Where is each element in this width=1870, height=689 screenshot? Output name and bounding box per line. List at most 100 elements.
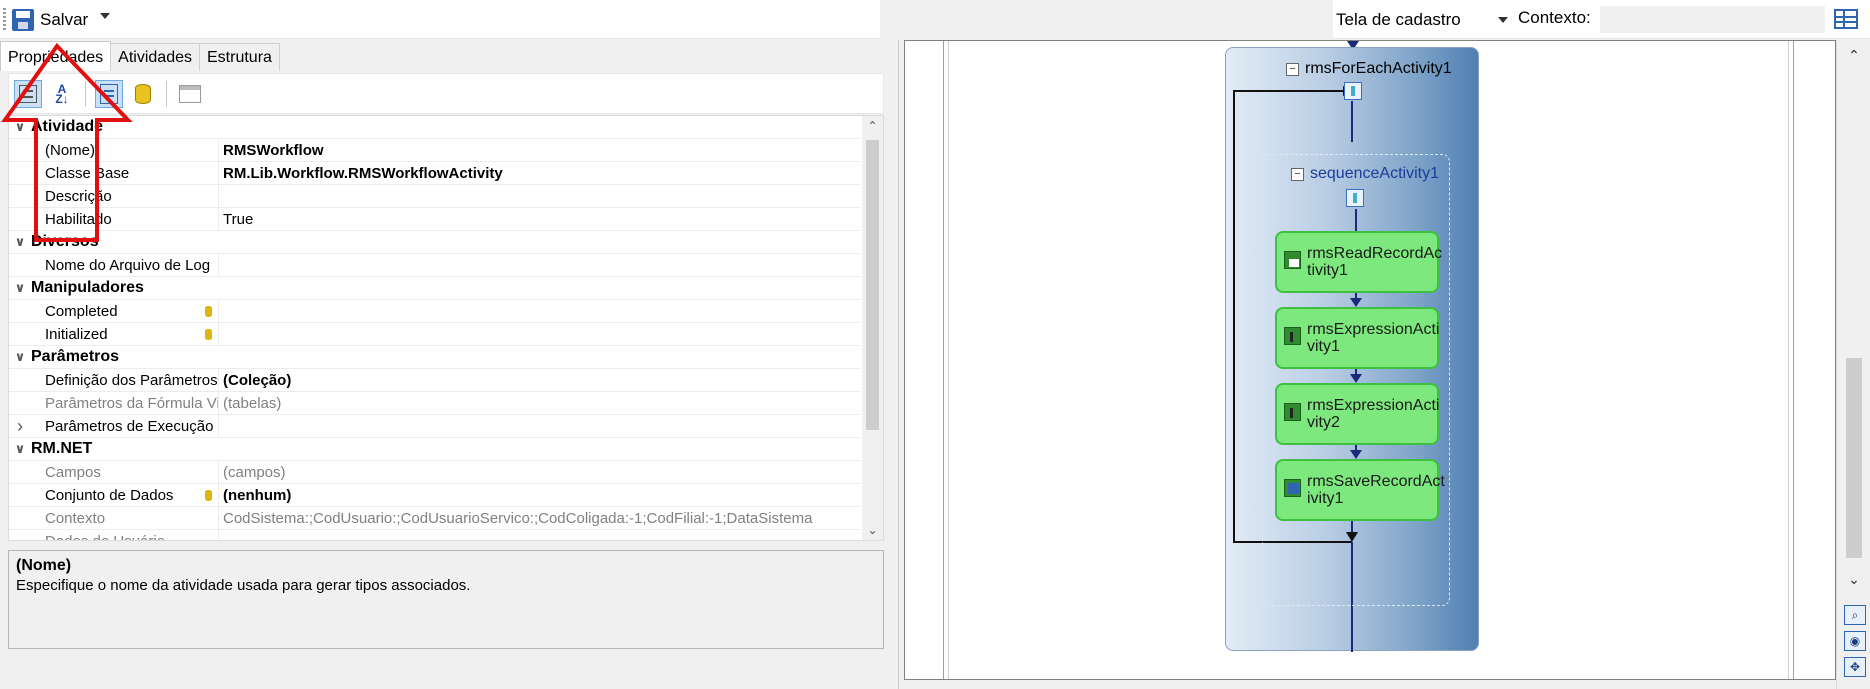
screen-select-value: Tela de cadastro (1336, 9, 1461, 29)
description-title: (Nome) (16, 557, 72, 574)
property-value[interactable]: (Coleção) (219, 372, 860, 389)
scroll-down-icon[interactable]: ⌄ (862, 520, 883, 540)
category-atividade[interactable]: Atividade (9, 116, 860, 139)
category-manipuladores[interactable]: Manipuladores (9, 277, 860, 300)
collapse-chevron-icon[interactable] (9, 116, 31, 139)
property-name: Definição dos Parâmetros d (31, 368, 219, 392)
tab-propriedades[interactable]: Propriedades (0, 41, 112, 71)
property-grid: Atividade (Nome) RMSWorkflow Classe Base… (8, 115, 884, 541)
collapse-chevron-icon[interactable] (9, 438, 31, 461)
save-dropdown-arrow-icon[interactable] (100, 13, 110, 19)
property-row-descricao[interactable]: Descrição (9, 184, 860, 208)
category-parametros[interactable]: Parâmetros (9, 346, 860, 369)
property-row-campos[interactable]: Campos (campos) (9, 460, 860, 484)
categorized-button[interactable] (14, 79, 42, 108)
property-grid-rows: Atividade (Nome) RMSWorkflow Classe Base… (9, 116, 860, 540)
property-name: Conjunto de Dados (31, 483, 219, 507)
collapse-chevron-icon[interactable] (9, 346, 31, 369)
property-pages-button[interactable] (176, 80, 204, 108)
property-name: Initialized (31, 322, 219, 346)
property-row-initialized[interactable]: Initialized (9, 322, 860, 346)
sort-az-icon: A Z↓ (55, 81, 69, 106)
property-row-nome[interactable]: (Nome) RMSWorkflow (9, 138, 860, 162)
pan-icon[interactable]: ✥ (1844, 657, 1866, 677)
property-row-habilitado[interactable]: Habilitado True (9, 207, 860, 231)
property-row-parametros-execucao[interactable]: Parâmetros de Execução (9, 414, 860, 438)
context-field[interactable] (1600, 6, 1825, 33)
connector-icon[interactable] (1344, 82, 1362, 100)
scrollbar-thumb[interactable] (1846, 358, 1862, 558)
main-toolbar: Salvar Tela de cadastro Contexto: (0, 0, 1870, 39)
zoom-icon[interactable]: ⌕ (1844, 605, 1866, 625)
description-text: Especifique o nome da atividade usada pa… (16, 577, 471, 594)
property-grid-scrollbar[interactable]: ⌃ ⌄ (862, 116, 883, 540)
toolbar-grip[interactable] (3, 8, 6, 30)
sequence-connector-icon[interactable] (1346, 189, 1364, 207)
property-name: Parâmetros de Execução (31, 414, 219, 438)
collapse-icon[interactable]: − (1291, 167, 1304, 181)
property-value[interactable]: (tabelas) (219, 395, 860, 412)
property-row-classe-base[interactable]: Classe Base RM.Lib.Workflow.RMSWorkflowA… (9, 161, 860, 185)
activity-expression-2[interactable]: rmsExpressionActi vity2 (1275, 383, 1439, 445)
property-name: Parâmetros da Fórmula Vis (31, 391, 219, 415)
toolbar-gap (880, 0, 1333, 39)
property-row-definicao-parametros[interactable]: Definição dos Parâmetros d (Coleção) (9, 368, 860, 392)
scroll-up-icon[interactable]: ⌃ (1843, 44, 1865, 66)
alphabetical-button[interactable]: A Z↓ (48, 80, 76, 108)
property-value[interactable]: (campos) (219, 464, 860, 481)
floppy-disk-icon (12, 9, 34, 31)
read-record-icon (1284, 251, 1301, 269)
property-row-contexto[interactable]: Contexto CodSistema:;CodUsuario:;CodUsua… (9, 506, 860, 530)
property-name: Campos (31, 460, 219, 484)
expression-icon (1284, 327, 1301, 345)
designer-scrollbar[interactable]: ⌃ ⌄ ⌕ ◉ ✥ (1836, 40, 1870, 689)
properties-panel: Propriedades Atividades Estrutura AZ↓ At… (0, 40, 898, 689)
property-name: Classe Base (31, 161, 219, 185)
property-row-dados-usuario[interactable]: Dados do Usuário (9, 529, 860, 540)
property-value[interactable]: RMSWorkflow (219, 142, 860, 159)
property-row-completed[interactable]: Completed (9, 299, 860, 323)
activity-read-record[interactable]: rmsReadRecordAc tivity1 (1275, 231, 1442, 293)
scroll-down-icon[interactable]: ⌄ (1843, 568, 1865, 590)
activity-expression-1[interactable]: rmsExpressionActi vity1 (1275, 307, 1439, 369)
property-row-conjunto-dados[interactable]: Conjunto de Dados (nenhum) (9, 483, 860, 507)
properties-icon (100, 83, 118, 104)
property-value[interactable]: (nenhum) (219, 487, 860, 504)
property-value[interactable]: True (219, 211, 860, 228)
category-label: Parâmetros (31, 348, 120, 365)
expression-icon (1284, 403, 1301, 421)
screen-select[interactable]: Tela de cadastro (1333, 6, 1515, 33)
category-label: Manipuladores (31, 279, 144, 296)
tab-atividades[interactable]: Atividades (110, 43, 200, 71)
arrow-down-icon (1350, 298, 1362, 307)
property-pages-icon (179, 84, 201, 103)
save-button[interactable]: Salvar (12, 7, 88, 33)
event-icon (205, 489, 212, 501)
event-icon (205, 328, 212, 340)
find-binoculars-icon[interactable]: ◉ (1844, 631, 1866, 651)
sequence-activity[interactable]: − sequenceActivity1 rmsReadRecordAc tivit… (1262, 154, 1450, 606)
designer-canvas[interactable]: − rmsForEachActivity1 − sequenceActivity… (904, 40, 1836, 680)
toolbar-separator (166, 80, 167, 107)
table-view-icon[interactable] (1834, 9, 1858, 29)
collapse-chevron-icon[interactable] (9, 277, 31, 300)
category-diversos[interactable]: Diversos (9, 231, 860, 254)
property-value[interactable]: RM.Lib.Workflow.RMSWorkflowActivity (219, 165, 860, 182)
properties-button[interactable] (95, 79, 123, 108)
category-label: Diversos (31, 233, 99, 250)
tab-estrutura[interactable]: Estrutura (199, 43, 280, 71)
property-value[interactable]: CodSistema:;CodUsuario:;CodUsuarioServic… (219, 510, 860, 527)
activity-save-record[interactable]: rmsSaveRecordAct ivity1 (1275, 459, 1445, 521)
expand-chevron-icon[interactable] (9, 415, 31, 438)
scrollbar-thumb[interactable] (866, 140, 879, 430)
description-pane: (Nome) Especifique o nome da atividade u… (8, 550, 884, 649)
category-rmnet[interactable]: RM.NET (9, 438, 860, 461)
scroll-up-icon[interactable]: ⌃ (862, 116, 883, 136)
collapse-chevron-icon[interactable] (9, 231, 31, 254)
foreach-activity[interactable]: − rmsForEachActivity1 − sequenceActivity… (1225, 47, 1479, 652)
events-button[interactable] (129, 80, 157, 108)
property-row-log-file[interactable]: Nome do Arquivo de Log (9, 253, 860, 277)
property-row-parametros-formula[interactable]: Parâmetros da Fórmula Vis (tabelas) (9, 391, 860, 415)
property-name: Contexto (31, 506, 219, 530)
screen-select-chevron-icon[interactable] (1498, 17, 1508, 23)
